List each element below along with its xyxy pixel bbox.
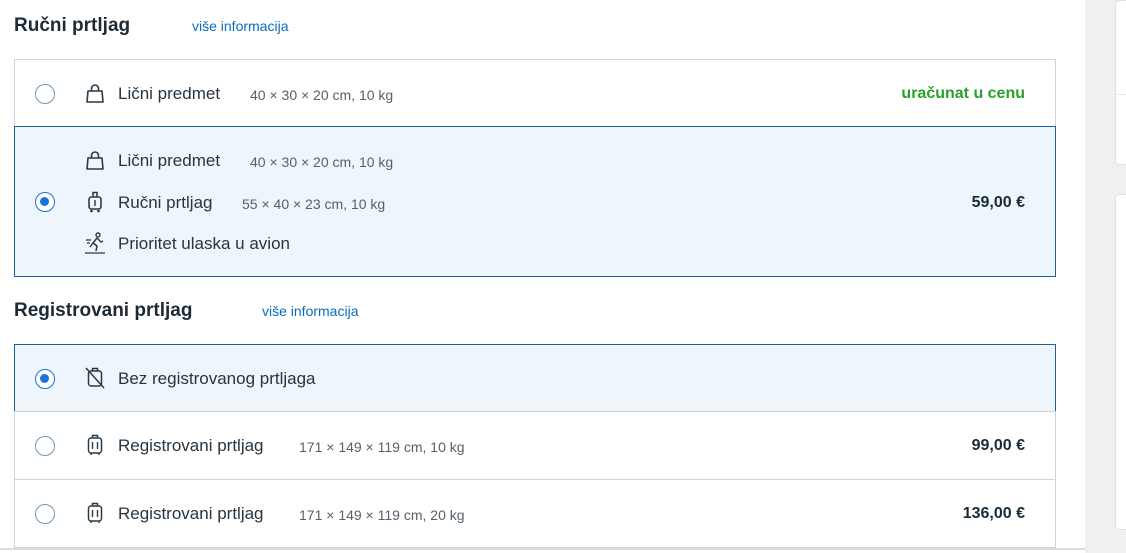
checked-luggage-option-label: Registrovani prtljag <box>118 504 264 523</box>
bundle-item-dimensions: 40 × 30 × 20 cm, 10 kg <box>250 154 394 170</box>
hand-luggage-title: Ručni prtljag <box>14 15 131 36</box>
suitcase-icon <box>85 434 105 456</box>
personal-item-label: Lični predmet <box>118 84 221 103</box>
divider <box>1116 94 1126 95</box>
hand-luggage-more-info-link[interactable]: više informacija <box>192 18 288 34</box>
radio-button-checked[interactable] <box>35 369 55 389</box>
radio-button-checked[interactable] <box>35 192 55 212</box>
personal-item-dimensions: 40 × 30 × 20 cm, 10 kg <box>250 87 394 103</box>
checked-luggage-option-dimensions: 171 × 149 × 119 cm, 20 kg <box>299 507 465 523</box>
radio-button[interactable] <box>35 504 55 524</box>
radio-button[interactable] <box>35 84 55 104</box>
priority-boarding-icon <box>85 232 105 254</box>
checked-luggage-option-label: Bez registrovanog prtljaga <box>118 369 316 388</box>
bag-icon <box>85 83 105 105</box>
checked-luggage-more-info-link[interactable]: više informacija <box>262 303 358 319</box>
included-price-label: uračunat u cenu <box>901 85 1025 102</box>
summary-card-top <box>1115 0 1126 165</box>
trolley-icon <box>85 191 105 213</box>
radio-button[interactable] <box>35 436 55 456</box>
checked-luggage-option-price: 136,00 € <box>962 505 1025 522</box>
checked-luggage-option-10kg[interactable]: Registrovani prtljag 171 × 149 × 119 cm,… <box>14 411 1056 480</box>
bundle-price: 59,00 € <box>971 194 1025 211</box>
hand-luggage-option-bundle[interactable]: Lični predmet 40 × 30 × 20 cm, 10 kg Ruč… <box>14 126 1056 277</box>
no-luggage-icon <box>85 367 105 389</box>
summary-card-bottom <box>1115 194 1126 530</box>
bundle-item-label: Lični predmet <box>118 151 221 170</box>
checked-luggage-title: Registrovani prtljag <box>14 300 193 321</box>
bundle-item-label: Ručni prtljag <box>118 193 213 212</box>
checked-luggage-option-none[interactable]: Bez registrovanog prtljaga <box>14 344 1056 412</box>
bottom-divider <box>0 548 1085 550</box>
checked-luggage-option-label: Registrovani prtljag <box>118 436 264 455</box>
bundle-item-dimensions: 55 × 40 × 23 cm, 10 kg <box>242 196 386 212</box>
checked-luggage-option-20kg[interactable]: Registrovani prtljag 171 × 149 × 119 cm,… <box>14 479 1056 548</box>
bag-icon <box>85 150 105 172</box>
bundle-item-label: Prioritet ulaska u avion <box>118 234 290 253</box>
checked-luggage-option-price: 99,00 € <box>971 437 1025 454</box>
checked-luggage-option-dimensions: 171 × 149 × 119 cm, 10 kg <box>299 439 465 455</box>
suitcase-icon <box>85 502 105 524</box>
hand-luggage-option-personal-item[interactable]: Lični predmet 40 × 30 × 20 cm, 10 kg ura… <box>14 59 1056 127</box>
